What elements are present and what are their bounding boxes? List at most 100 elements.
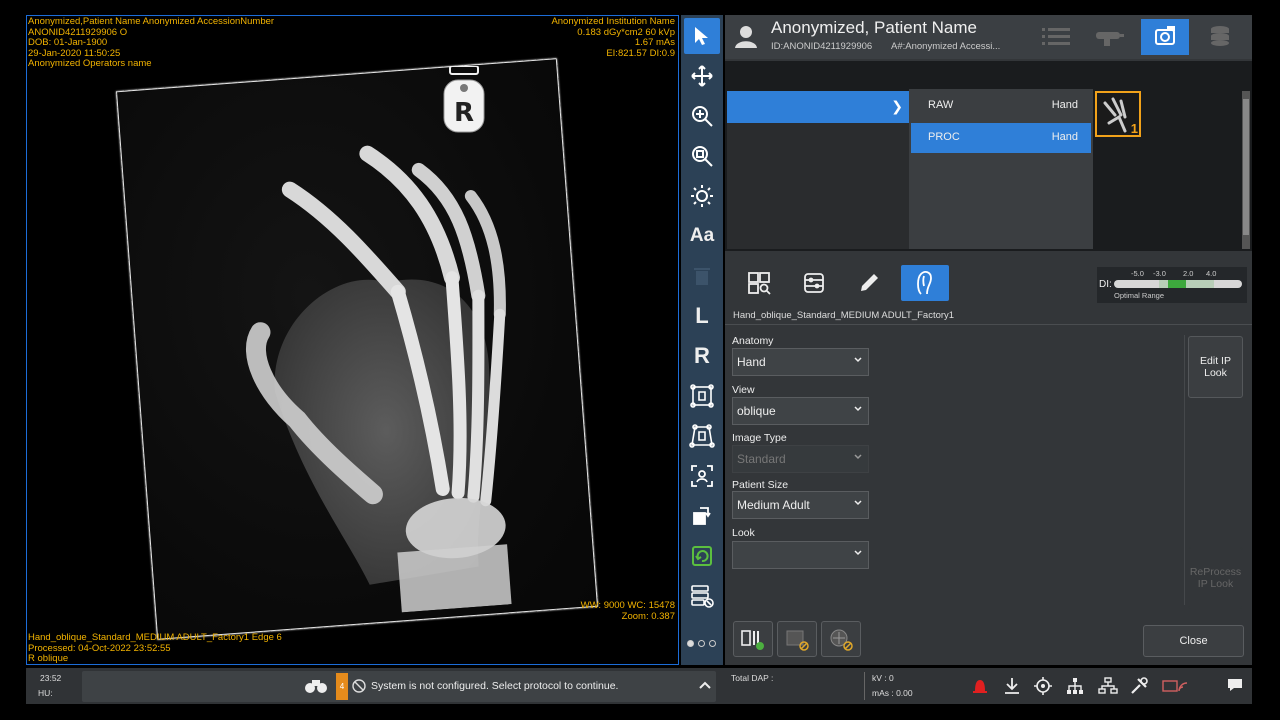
message-bar[interactable]: 4 System is not configured. Select proto… [82, 671, 716, 702]
di-range-bar [1114, 280, 1242, 288]
overlay-line: EI:821.57 DI:0.9 [606, 47, 675, 59]
clock-time: 23:52 [40, 673, 62, 683]
chevron-right-icon: ❯ [891, 98, 903, 114]
brightness-icon[interactable] [684, 178, 720, 214]
send-icon[interactable] [684, 578, 720, 614]
look-label: Look [732, 527, 755, 539]
crop-icon[interactable] [684, 378, 720, 414]
divider [864, 672, 865, 700]
edit-ip-look-button[interactable]: Edit IP Look [1188, 336, 1243, 398]
pager-dot[interactable] [698, 640, 705, 647]
image-type-select: Standard [732, 445, 869, 473]
detector-status-icon[interactable] [1034, 677, 1052, 695]
exam-list [727, 123, 909, 249]
chat-icon[interactable] [1226, 677, 1244, 693]
series-anatomy: Hand [1051, 99, 1078, 111]
overlay-processing-info: Hand_oblique_Standard_MEDIUM ADULT_Facto… [28, 632, 282, 664]
wireless-detector-icon[interactable] [1162, 677, 1188, 695]
zoom-fit-icon[interactable] [684, 138, 720, 174]
select-arrow-icon[interactable] [684, 18, 720, 54]
di-label: DI: [1099, 279, 1112, 290]
patient-accession: A#:Anonymized Accessi... [891, 41, 1001, 52]
overlay-line: Anonymized Institution Name [551, 16, 675, 27]
protocol-name: Hand_oblique_Standard_MEDIUM ADULT_Facto… [725, 307, 1252, 325]
alarm-icon[interactable] [972, 677, 988, 695]
reset-icon[interactable] [684, 538, 720, 574]
di-scale-tick: -5.0 [1131, 269, 1144, 278]
tube-icon[interactable] [1086, 19, 1134, 55]
chevron-down-icon [854, 406, 862, 412]
right-marker-icon[interactable]: R [684, 338, 720, 374]
annotation-text-icon[interactable]: Aa [684, 218, 720, 254]
series-type: RAW [928, 99, 954, 111]
view-label: View [732, 384, 755, 396]
series-scrollbar[interactable] [1242, 91, 1250, 249]
image-thumbnail[interactable]: 1 [1095, 91, 1141, 137]
pager-dot[interactable] [687, 640, 694, 647]
worklist-icon[interactable] [1032, 19, 1080, 55]
acquisition-panel: Anonymized, Patient Name ID:ANONID421192… [725, 15, 1252, 665]
look-select[interactable] [732, 541, 869, 569]
shutter-icon[interactable] [684, 418, 720, 454]
patient-size-select[interactable]: Medium Adult [732, 491, 869, 519]
close-button[interactable]: Close [1143, 625, 1244, 657]
total-dap: Total DAP : [731, 673, 774, 683]
xray-image[interactable] [116, 58, 598, 640]
service-tools-icon[interactable] [1130, 677, 1150, 695]
zoom-in-icon[interactable] [684, 98, 720, 134]
series-type: PROC [928, 131, 960, 143]
marker-letter: R [454, 98, 474, 128]
overlay-line: WW: 9000 WC: 15478 [580, 600, 675, 611]
di-scale-tick: 2.0 [1183, 269, 1194, 278]
overlay-line: Hand_oblique_Standard_MEDIUM ADULT_Facto… [28, 632, 282, 643]
pacs-network-icon[interactable] [1098, 677, 1118, 695]
network-icon[interactable] [1066, 677, 1084, 695]
kv-readout: kV : 0 [872, 673, 894, 683]
bottom-toolbar: Close [725, 611, 1252, 665]
face-detect-icon[interactable] [684, 458, 720, 494]
anatomy-select[interactable]: Hand [732, 348, 869, 376]
binoculars-icon[interactable] [305, 677, 327, 695]
di-scale-tick: 4.0 [1206, 269, 1217, 278]
toolstrip-pager[interactable] [687, 640, 716, 647]
annotate-pencil-tab-icon[interactable] [845, 265, 893, 301]
hu-readout: HU: [38, 688, 53, 698]
exam-row-selected[interactable]: ❯ [727, 91, 909, 123]
patient-id: ID:ANONID4211929906 [771, 41, 873, 52]
chevron-up-icon[interactable] [698, 680, 712, 690]
image-type-value: Standard [737, 452, 786, 466]
message-count-badge: 4 [336, 673, 348, 700]
rotate-icon[interactable] [684, 498, 720, 534]
processing-settings-tab-icon[interactable] [790, 265, 838, 301]
anatomy-protocol-tab-icon[interactable] [901, 265, 949, 301]
di-optimal-range-label: Optimal Range [1114, 291, 1165, 300]
image-type-label: Image Type [732, 432, 787, 444]
patient-size-value: Medium Adult [737, 498, 810, 512]
view-value: oblique [737, 404, 776, 418]
view-select[interactable]: oblique [732, 397, 869, 425]
overlay-exposure-info: Anonymized Institution Name 0.183 dGy*cm… [551, 16, 675, 59]
database-icon[interactable] [1196, 19, 1244, 55]
pager-dot[interactable] [709, 640, 716, 647]
reprocess-ip-look-button: ReProcess IP Look [1188, 547, 1243, 609]
overlay-line: 1.67 mAs [634, 37, 675, 48]
patient-size-label: Patient Size [732, 479, 789, 491]
hand-radiograph [246, 145, 512, 613]
overlay-line: DOB: 01-Jan-1900 [28, 37, 108, 48]
left-marker-icon[interactable]: L [684, 298, 720, 334]
series-row-proc[interactable]: PROC Hand [911, 123, 1091, 153]
download-icon[interactable] [1004, 677, 1020, 695]
overlay-line: Anonymized Operators name [28, 58, 152, 69]
image-review-tab-icon[interactable] [735, 265, 783, 301]
patient-header: Anonymized, Patient Name ID:ANONID421192… [725, 15, 1252, 59]
patient-name: Anonymized, Patient Name [771, 18, 977, 37]
overlay-line: R oblique [28, 653, 69, 664]
patient-positioning-icon[interactable] [733, 621, 773, 657]
chevron-down-icon [854, 550, 862, 556]
series-row-raw[interactable]: RAW Hand [911, 91, 1091, 121]
pan-icon[interactable] [684, 58, 720, 94]
image-viewer-icon[interactable] [1141, 19, 1189, 55]
image-viewport[interactable]: R Anonymized,Patient Name Anonymized Acc… [26, 15, 679, 665]
image-adjust-icon [777, 621, 817, 657]
di-value-marker [1168, 280, 1186, 288]
